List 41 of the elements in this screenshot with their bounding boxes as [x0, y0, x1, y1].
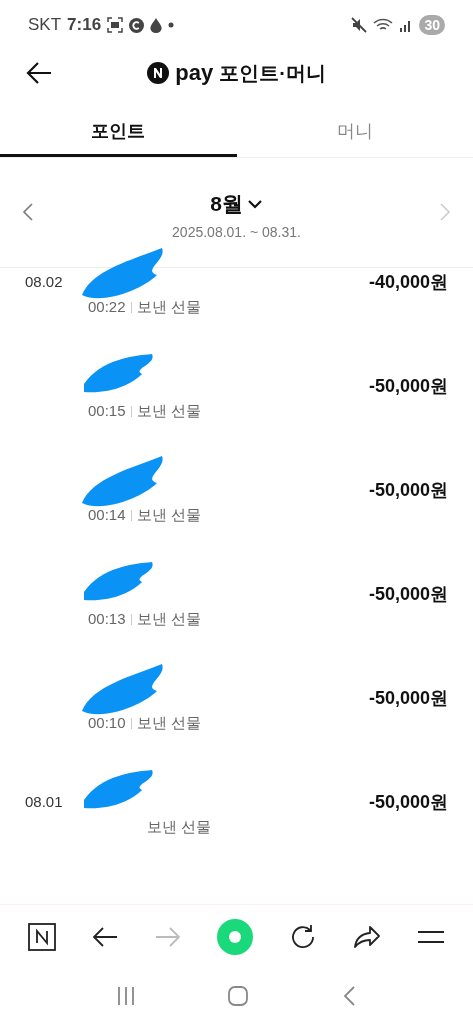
tab[interactable]: 머니	[236, 109, 473, 157]
transaction-type: 보낸 선물	[136, 713, 201, 734]
drop-icon	[150, 17, 163, 33]
transaction-type: 보낸 선물	[136, 505, 201, 526]
carrier-label: SKT	[28, 14, 62, 37]
mute-icon	[351, 17, 368, 33]
date-range: 2025.08.01. ~ 08.31.	[172, 222, 301, 242]
transaction-type: 보낸 선물	[136, 297, 201, 318]
naver-home-button[interactable]	[27, 922, 56, 951]
previous-month-button[interactable]	[20, 202, 36, 222]
transaction-amount: -50,000원	[368, 687, 448, 710]
chevron-down-icon	[246, 197, 263, 210]
transaction-time: 00:10	[88, 713, 126, 734]
transaction-amount: -50,000원	[368, 791, 448, 814]
recent-apps-button[interactable]	[115, 986, 136, 1006]
wifi-icon	[373, 17, 394, 33]
transaction-type: 보낸 선물	[147, 817, 212, 838]
transaction-date: 08.02	[25, 272, 63, 293]
battery-indicator: 30	[419, 15, 445, 35]
dot-icon	[168, 22, 175, 28]
page-title: 포인트·머니	[219, 60, 326, 86]
system-back-button[interactable]	[341, 985, 358, 1007]
transaction-amount: -50,000원	[368, 375, 448, 398]
clock: 7:16	[67, 14, 102, 37]
transaction-date: 08.01	[25, 792, 63, 813]
transaction-time: 00:14	[88, 505, 126, 526]
transaction-type: 보낸 선물	[136, 609, 201, 630]
transaction-type: 보낸 선물	[136, 401, 201, 422]
home-button[interactable]	[227, 985, 250, 1007]
transaction-time: 00:22	[88, 297, 126, 318]
transaction-time: 00:13	[88, 609, 126, 630]
c-circle-icon	[129, 17, 145, 33]
transaction-amount: -50,000원	[368, 583, 448, 606]
screenshot-icon	[107, 17, 124, 33]
transaction-time: 00:15	[88, 401, 126, 422]
brand-label: pay	[175, 59, 214, 87]
transaction-amount: -40,000원	[368, 271, 448, 294]
n-logo-icon	[147, 61, 170, 84]
month-selector[interactable]: 8월	[210, 188, 263, 220]
transaction-amount: -50,000원	[368, 479, 448, 502]
tab[interactable]: 포인트	[0, 109, 237, 157]
